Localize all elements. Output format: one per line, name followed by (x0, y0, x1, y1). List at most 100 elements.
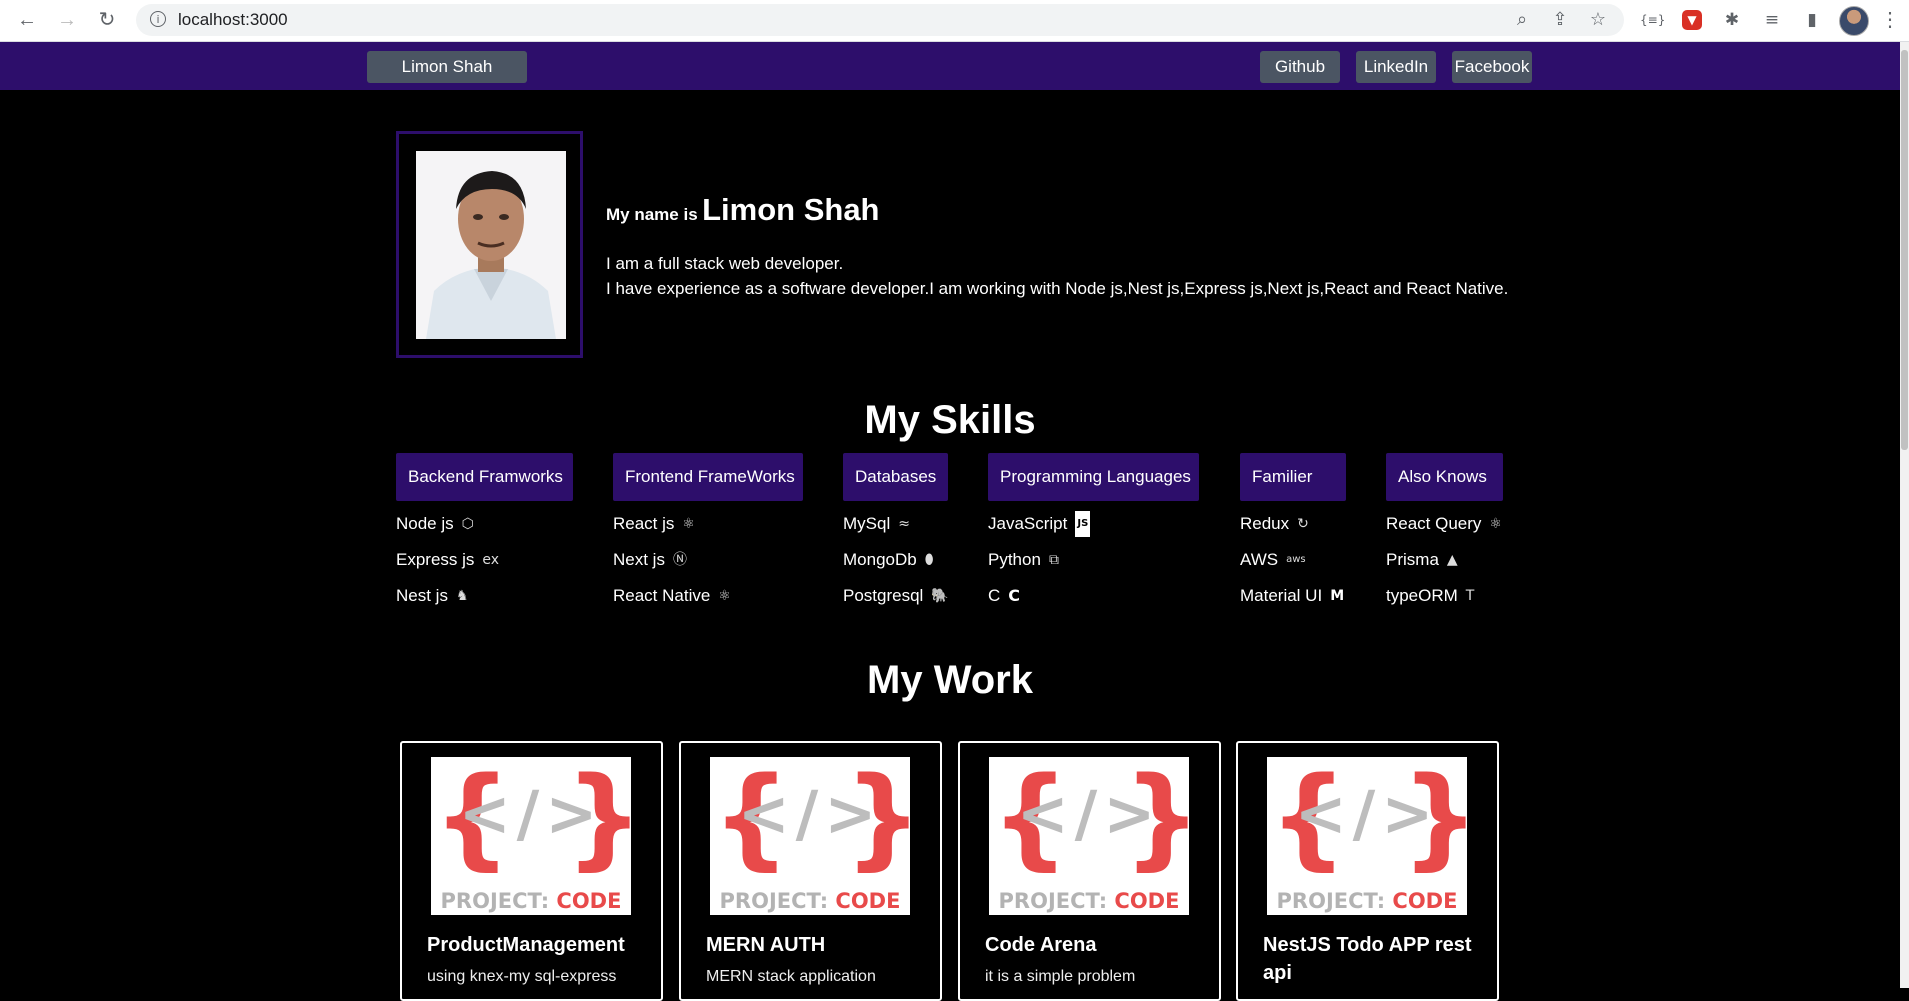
javascript-icon: JS (1075, 511, 1091, 537)
skill-column-languages: Programming Languages JavaScript JS Pytho… (988, 453, 1199, 605)
scrollbar-thumb[interactable] (1901, 50, 1908, 450)
project-thumbnail: { </> } PROJECT: CODE (1267, 757, 1467, 915)
skill-label: Nest js (396, 586, 448, 605)
project-card[interactable]: { </> } PROJECT: CODE Code Arena it is a… (958, 741, 1221, 1001)
logo-word-code: CODE (556, 889, 622, 913)
skill-item: React js ⚛ (613, 512, 695, 536)
brace-right-icon: } (1123, 757, 1189, 877)
project-description: MERN stack application (706, 968, 876, 985)
brace-right-icon: } (844, 757, 910, 877)
skill-item: React Native ⚛ (613, 584, 731, 608)
page-scrollbar[interactable] (1900, 42, 1909, 988)
skill-label: React Native (613, 586, 711, 605)
project-thumbnail: { </> } PROJECT: CODE (710, 757, 910, 915)
work-title: My Work (867, 658, 1033, 702)
project-code-logo-text: PROJECT: CODE (1267, 889, 1467, 913)
hero-line-1: I am a full stack web developer. (606, 254, 844, 273)
project-title: ProductManagement (427, 934, 625, 956)
skill-heading[interactable]: Familier (1240, 453, 1346, 501)
react-query-icon: ⚛ (1489, 516, 1502, 532)
facebook-link[interactable]: Facebook (1452, 51, 1532, 83)
back-icon[interactable]: ← (14, 7, 40, 33)
url-text[interactable]: localhost:3000 (178, 10, 288, 30)
skill-label: MySql (843, 514, 891, 533)
hero-prefix: My name is (606, 205, 698, 224)
extensions-puzzle-icon[interactable]: ✱ (1720, 8, 1744, 32)
skill-heading[interactable]: Also Knows (1386, 453, 1503, 501)
forward-icon[interactable]: → (54, 7, 80, 33)
pocket-extension-icon[interactable]: ▼ (1682, 10, 1702, 30)
skills-title: My Skills (864, 398, 1036, 442)
star-icon[interactable]: ☆ (1586, 8, 1610, 32)
aws-icon: aws (1286, 554, 1306, 565)
skill-label: Postgresql (843, 586, 924, 605)
skill-column-familiar: Familier Redux ↻ AWS aws Material UI M (1240, 453, 1346, 605)
skill-label: React js (613, 514, 675, 533)
react-native-icon: ⚛ (718, 588, 731, 604)
react-icon: ⚛ (682, 516, 695, 532)
zoom-icon[interactable]: ⌕ (1510, 8, 1534, 32)
skill-label: MongoDb (843, 550, 917, 569)
logo-word-project: PROJECT: (440, 889, 550, 913)
browser-toolbar: ← → ↻ i localhost:3000 ⌕ ⇪ ☆ {≡} ▼ ✱ ≡ ▮… (0, 0, 1909, 42)
side-panel-icon[interactable]: ▮ (1800, 8, 1824, 32)
project-code-logo-text: PROJECT: CODE (989, 889, 1189, 913)
skill-item: Nest js ♞ (396, 584, 469, 608)
material-ui-icon: M (1330, 588, 1345, 604)
prisma-icon: ▲ (1446, 552, 1458, 568)
skill-label: C (988, 586, 1001, 605)
brand-button[interactable]: Limon Shah (367, 51, 527, 83)
reload-icon[interactable]: ↻ (94, 7, 120, 33)
project-card[interactable]: { </> } PROJECT: CODE NestJS Todo APP re… (1236, 741, 1499, 1001)
project-title: Code Arena (985, 934, 1097, 956)
skill-label: React Query (1386, 514, 1482, 533)
skill-label: typeORM (1386, 586, 1458, 605)
logo-word-code: CODE (1114, 889, 1180, 913)
skill-item: typeORM T (1386, 584, 1474, 608)
skill-label: Prisma (1386, 550, 1439, 569)
project-code-logo-text: PROJECT: CODE (710, 889, 910, 913)
linkedin-link[interactable]: LinkedIn (1356, 51, 1436, 83)
logo-word-code: CODE (835, 889, 901, 913)
skill-item: MongoDb ⬮ (843, 548, 934, 572)
project-card[interactable]: { </> } PROJECT: CODE ProductManagement … (400, 741, 663, 1001)
project-card[interactable]: { </> } PROJECT: CODE MERN AUTH MERN sta… (679, 741, 942, 1001)
logo-word-project: PROJECT: (719, 889, 829, 913)
logo-word-code: CODE (1392, 889, 1458, 913)
skill-item: Material UI M (1240, 584, 1344, 608)
project-thumbnail: { </> } PROJECT: CODE (431, 757, 631, 915)
skill-heading[interactable]: Programming Languages (988, 453, 1199, 501)
share-icon[interactable]: ⇪ (1548, 8, 1572, 32)
github-link[interactable]: Github (1260, 51, 1340, 83)
skill-heading[interactable]: Frontend FrameWorks (613, 453, 803, 501)
skill-label: Node js (396, 514, 454, 533)
skill-heading[interactable]: Databases (843, 453, 948, 501)
skill-item: AWS aws (1240, 548, 1306, 572)
skill-label: Next js (613, 550, 665, 569)
site-info-icon[interactable]: i (150, 11, 166, 27)
address-bar[interactable]: i localhost:3000 ⌕ ⇪ ☆ (136, 4, 1624, 36)
nestjs-icon: ♞ (455, 588, 469, 604)
hero-description: I am a full stack web developer. I have … (606, 251, 1508, 301)
project-title: NestJS Todo APP rest api (1263, 934, 1472, 984)
project-title: MERN AUTH (706, 934, 826, 956)
profile-photo-frame (396, 131, 583, 358)
browser-menu-icon[interactable]: ⋮ (1880, 8, 1900, 32)
skill-label: Material UI (1240, 586, 1323, 605)
profile-avatar[interactable] (1839, 6, 1869, 36)
logo-word-project: PROJECT: (1276, 889, 1386, 913)
skill-label: AWS (1240, 550, 1279, 569)
express-icon: ex (482, 552, 500, 568)
skill-heading[interactable]: Backend Framworks (396, 453, 573, 501)
project-thumbnail: { </> } PROJECT: CODE (989, 757, 1189, 915)
brace-right-icon: } (1401, 757, 1467, 877)
json-extension-icon[interactable]: {≡} (1640, 8, 1665, 32)
postgresql-icon: 🐘 (931, 588, 949, 604)
logo-word-project: PROJECT: (998, 889, 1108, 913)
mysql-icon: ≈ (898, 516, 910, 532)
project-code-logo-text: PROJECT: CODE (431, 889, 631, 913)
skill-item: React Query ⚛ (1386, 512, 1502, 536)
skill-item: Node js ⬡ (396, 512, 474, 536)
skill-column-frontend: Frontend FrameWorks React js ⚛ Next js Ⓝ R… (613, 453, 803, 605)
media-control-icon[interactable]: ≡ (1760, 8, 1784, 32)
